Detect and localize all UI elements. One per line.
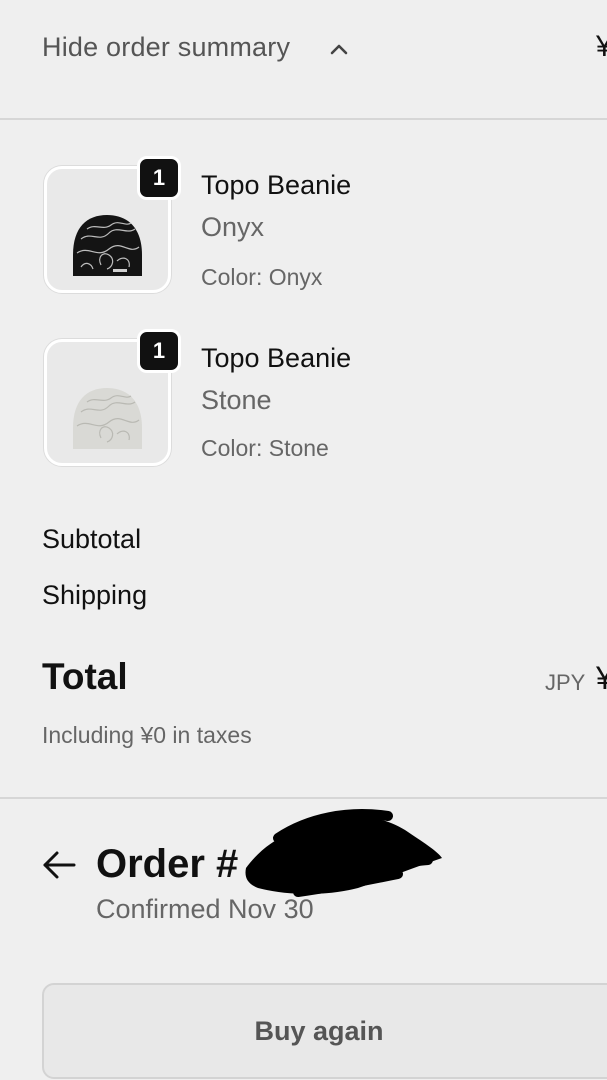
order-summary-toggle-label[interactable]: Hide order summary xyxy=(42,32,290,63)
total-price: ¥ xyxy=(596,660,607,696)
subtotal-label: Subtotal xyxy=(42,524,142,554)
order-title: Order # xyxy=(96,842,239,886)
order-confirmed-date: Confirmed Nov 30 xyxy=(96,894,314,924)
section-divider xyxy=(0,797,607,799)
item-variant: Stone xyxy=(201,385,272,415)
line-item: 1 Topo Beanie Onyx Color: Onyx xyxy=(0,156,607,300)
item-option: Color: Onyx xyxy=(201,264,323,290)
quantity-badge: 1 xyxy=(137,329,181,373)
line-item: 1 Topo Beanie Stone Color: Stone xyxy=(0,329,607,473)
quantity-badge: 1 xyxy=(137,156,181,200)
item-title: Topo Beanie xyxy=(201,170,352,200)
taxes-note: Including ¥0 in taxes xyxy=(42,722,252,748)
item-title: Topo Beanie xyxy=(201,343,352,373)
order-summary-toggle[interactable]: Hide order summary ¥ xyxy=(0,0,607,120)
shipping-label: Shipping xyxy=(42,580,148,610)
order-status-page: Hide order summary ¥ 1 Topo Beanie Onyx … xyxy=(0,0,607,1080)
back-arrow-icon[interactable] xyxy=(42,849,76,881)
chevron-up-icon[interactable] xyxy=(330,42,348,56)
redaction-scribble xyxy=(245,809,442,897)
total-label: Total xyxy=(42,656,128,697)
currency-code: JPY xyxy=(545,670,586,695)
buy-again-button[interactable]: Buy again xyxy=(42,983,607,1079)
order-summary-price: ¥ xyxy=(596,30,607,63)
item-variant: Onyx xyxy=(201,212,265,242)
item-option: Color: Stone xyxy=(201,435,329,461)
